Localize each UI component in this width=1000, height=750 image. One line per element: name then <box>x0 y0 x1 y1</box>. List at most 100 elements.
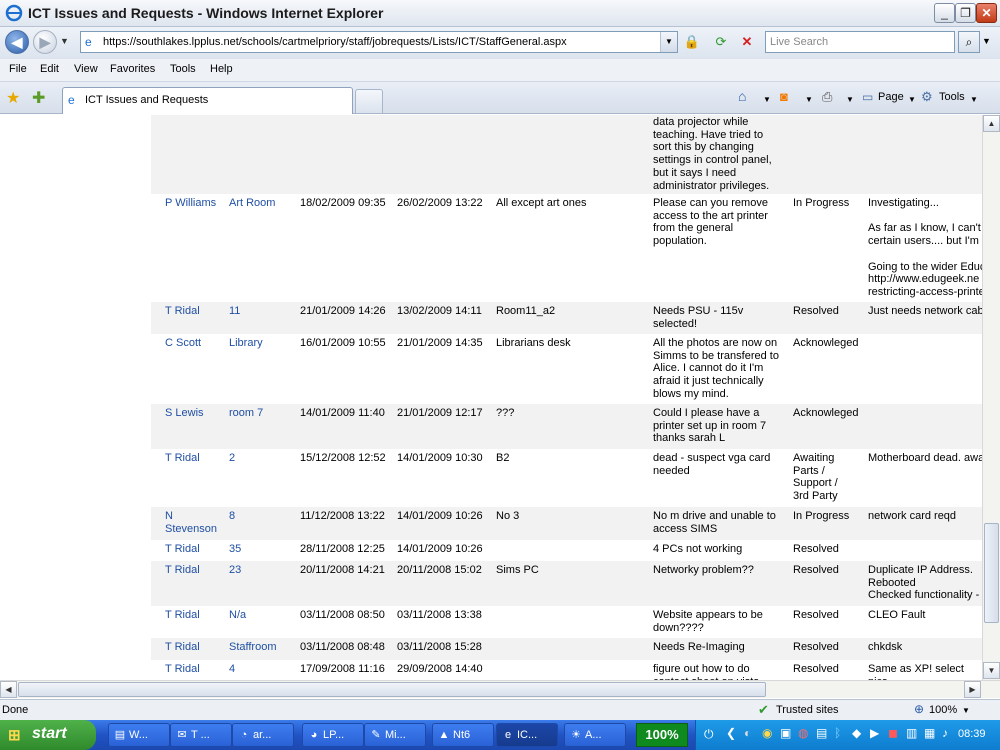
tray-icon-5[interactable]: ▤ <box>816 726 827 740</box>
taskbar-label: LP... <box>323 729 345 741</box>
row-name[interactable]: C Scott <box>165 337 225 350</box>
table-row: data projector while teaching. Have trie… <box>151 115 982 193</box>
taskbar-button-1[interactable]: ✉ T ... <box>170 723 232 747</box>
taskbar-button-5[interactable]: ▲ Nt6 <box>432 723 494 747</box>
page-menu-icon: ▭ <box>862 90 874 104</box>
row-notes: Investigating... As far as I know, I can… <box>868 197 982 298</box>
new-tab-button[interactable] <box>355 89 383 113</box>
row-room[interactable]: 23 <box>229 564 295 577</box>
menu-tools[interactable]: Tools <box>170 63 196 75</box>
taskbar-button-4[interactable]: ✎ Mi... <box>364 723 426 747</box>
taskbar-button-3[interactable]: ◕ LP... <box>302 723 364 747</box>
feeds-dropdown-icon[interactable]: ▼ <box>805 95 813 104</box>
tools-menu[interactable]: Tools <box>939 91 965 103</box>
tray-icon-8[interactable]: ◼ <box>888 726 898 740</box>
zoom-level[interactable]: 100% <box>929 704 957 716</box>
stop-icon[interactable]: ✕ <box>736 31 758 53</box>
row-room[interactable]: room 7 <box>229 407 295 420</box>
row-name[interactable]: T Ridal <box>165 564 225 577</box>
menu-favorites[interactable]: Favorites <box>110 63 155 75</box>
row-room[interactable]: Staffroom <box>229 641 295 654</box>
add-favorite-icon[interactable]: ✚ <box>32 88 45 108</box>
address-bar[interactable]: e https://southlakes.lpplus.net/schools/… <box>80 31 678 53</box>
vertical-scroll-thumb[interactable] <box>984 523 999 623</box>
taskbar-button-0[interactable]: ▤ W... <box>108 723 170 747</box>
feeds-icon[interactable]: ◙ <box>780 89 788 104</box>
search-input[interactable]: Live Search <box>765 31 955 53</box>
row-room[interactable]: 4 <box>229 663 295 676</box>
expand-tray-icon[interactable]: ❮ <box>726 726 736 740</box>
row-name[interactable]: N Stevenson <box>165 510 225 535</box>
menu-view[interactable]: View <box>74 63 98 75</box>
maximize-button[interactable]: ❐ <box>955 3 976 23</box>
security-zone[interactable]: Trusted sites <box>776 704 839 716</box>
tools-dropdown-icon[interactable]: ▼ <box>970 95 978 104</box>
taskbar-button-2[interactable]: ◔ ar... <box>232 723 294 747</box>
horizontal-scroll-thumb[interactable] <box>18 682 766 697</box>
bluetooth-icon[interactable]: ᛒ <box>834 726 841 740</box>
row-name[interactable]: P Williams <box>165 197 225 210</box>
forward-button[interactable]: ▶ <box>33 30 57 54</box>
vertical-scrollbar[interactable]: ▲ ▼ <box>982 115 1000 680</box>
row-room[interactable]: 35 <box>229 543 295 556</box>
lock-icon[interactable]: 🔒 <box>681 31 703 53</box>
scroll-left-icon[interactable]: ◀ <box>0 681 17 698</box>
row-opened: 03/11/2008 08:50 <box>300 609 385 621</box>
tray-icon-1[interactable]: ◐ <box>744 726 751 740</box>
row-modified: 20/11/2008 15:02 <box>397 564 482 576</box>
row-notes: CLEO Fault <box>868 609 926 621</box>
horizontal-scrollbar[interactable]: ◀ ▶ <box>0 680 1000 698</box>
zoom-dropdown-icon[interactable]: ▼ <box>962 706 970 715</box>
search-icon[interactable]: ⌕ <box>958 31 980 53</box>
row-room[interactable]: 8 <box>229 510 295 523</box>
taskbar-button-6[interactable]: e IC... <box>496 723 558 747</box>
status-text: Done <box>2 704 29 716</box>
tray-icon-4[interactable]: ◍ <box>798 726 808 740</box>
recent-pages-dropdown-icon[interactable]: ▼ <box>60 36 69 46</box>
row-room[interactable]: N/a <box>229 609 295 622</box>
minimize-button[interactable]: _ <box>934 3 955 23</box>
row-name[interactable]: T Ridal <box>165 305 225 318</box>
row-room[interactable]: Art Room <box>229 197 295 210</box>
tray-icon-6[interactable]: ◆ <box>852 726 861 740</box>
row-name[interactable]: T Ridal <box>165 609 225 622</box>
tray-icon-7[interactable]: ▶ <box>870 726 879 740</box>
home-icon[interactable]: ⌂ <box>738 88 746 104</box>
menu-help[interactable]: Help <box>210 63 233 75</box>
scroll-up-icon[interactable]: ▲ <box>983 115 1000 132</box>
tray-icon-2[interactable]: ◉ <box>762 726 772 740</box>
tab-label: ICT Issues and Requests <box>85 94 209 106</box>
row-name[interactable]: T Ridal <box>165 641 225 654</box>
print-icon[interactable]: ⎙ <box>822 89 832 105</box>
tray-icon-9[interactable]: ▥ <box>906 726 917 740</box>
menu-edit[interactable]: Edit <box>40 63 59 75</box>
address-dropdown-icon[interactable]: ▼ <box>660 32 677 52</box>
row-room[interactable]: 11 <box>229 305 295 318</box>
row-room[interactable]: Library <box>229 337 295 350</box>
row-notes: chkdsk <box>868 641 903 653</box>
print-dropdown-icon[interactable]: ▼ <box>846 95 854 104</box>
tray-icon-3[interactable]: ▣ <box>780 726 791 740</box>
row-name[interactable]: T Ridal <box>165 663 225 676</box>
close-button[interactable]: ✕ <box>976 3 997 23</box>
row-name[interactable]: T Ridal <box>165 543 225 556</box>
row-name[interactable]: S Lewis <box>165 407 225 420</box>
favorites-star-icon[interactable]: ★ <box>6 88 20 108</box>
row-room[interactable]: 2 <box>229 452 295 465</box>
page-menu[interactable]: Page <box>878 91 904 103</box>
volume-icon[interactable]: ♪ <box>942 726 948 740</box>
scroll-down-icon[interactable]: ▼ <box>983 662 1000 679</box>
page-content: data projector while teaching. Have trie… <box>0 115 982 680</box>
home-dropdown-icon[interactable]: ▼ <box>763 95 771 104</box>
network-icon[interactable]: ▦ <box>924 726 935 740</box>
menu-file[interactable]: File <box>9 63 27 75</box>
scroll-right-icon[interactable]: ▶ <box>964 681 981 698</box>
page-dropdown-icon[interactable]: ▼ <box>908 95 916 104</box>
tab-ict-issues[interactable]: e ICT Issues and Requests <box>62 87 353 114</box>
back-button[interactable]: ◀ <box>5 30 29 54</box>
refresh-icon[interactable]: ⟳ <box>710 31 732 53</box>
taskbar-button-7[interactable]: ☀ A... <box>564 723 626 747</box>
row-name[interactable]: T Ridal <box>165 452 225 465</box>
search-options-icon[interactable]: ▼ <box>982 36 991 46</box>
start-button[interactable]: ⊞ start <box>0 720 96 750</box>
